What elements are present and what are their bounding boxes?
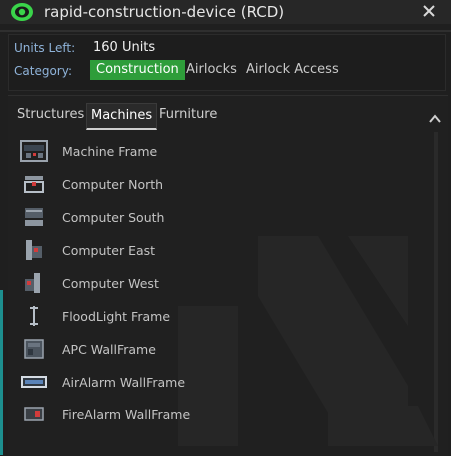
category-construction[interactable]: Construction — [90, 60, 185, 80]
chevron-up-icon[interactable] — [428, 112, 442, 126]
items-panel: Structures Machines Furniture Machine Fr… — [8, 95, 448, 456]
list-item-computer-north[interactable]: Computer North — [20, 172, 320, 196]
divider — [0, 30, 451, 32]
item-label: AirAlarm WallFrame — [62, 374, 186, 390]
item-label: Computer West — [62, 275, 159, 291]
item-label: APC WallFrame — [62, 341, 156, 357]
tab-machines[interactable]: Machines — [86, 103, 158, 130]
airalarm-wallframe-icon — [21, 376, 47, 388]
item-label: FireAlarm WallFrame — [62, 406, 191, 422]
info-panel: Units Left: 160 Units Category: Construc… — [8, 34, 446, 91]
list-item-airalarm-wallframe[interactable]: AirAlarm WallFrame — [20, 370, 320, 394]
computer-east-icon — [26, 240, 42, 260]
list-item-computer-west[interactable]: Computer West — [20, 271, 320, 295]
list-item-firealarm-wallframe[interactable]: FireAlarm WallFrame — [20, 402, 320, 426]
item-label: Machine Frame — [62, 143, 158, 159]
computer-west-icon — [25, 273, 40, 293]
floodlight-frame-icon — [30, 306, 38, 326]
category-airlocks[interactable]: Airlocks — [180, 60, 243, 80]
tab-structures[interactable]: Structures — [13, 103, 88, 127]
apc-wallframe-icon — [24, 339, 44, 359]
category-label: Category: — [14, 64, 72, 78]
machine-frame-icon — [20, 140, 48, 162]
units-left-value: 160 Units — [93, 40, 156, 55]
item-label: FloodLight Frame — [62, 308, 171, 324]
item-label: Computer North — [62, 176, 164, 192]
computer-north-icon — [24, 176, 44, 193]
background-edge — [0, 290, 3, 455]
computer-south-icon — [25, 208, 43, 226]
list-item-computer-south[interactable]: Computer South — [20, 205, 320, 229]
firealarm-wallframe-icon — [24, 407, 44, 421]
list-item-computer-east[interactable]: Computer East — [20, 238, 320, 262]
list-item-machine-frame[interactable]: Machine Frame — [20, 139, 320, 163]
tab-furniture[interactable]: Furniture — [155, 103, 221, 127]
list-item-apc-wallframe[interactable]: APC WallFrame — [20, 337, 320, 361]
units-left-label: Units Left: — [14, 41, 76, 55]
list-item-floodlight-frame[interactable]: FloodLight Frame — [20, 304, 320, 328]
close-icon[interactable] — [419, 1, 439, 21]
eye-icon — [11, 3, 33, 21]
item-label: Computer East — [62, 242, 156, 258]
category-airlock-access[interactable]: Airlock Access — [240, 60, 345, 80]
title-bar[interactable]: rapid-construction-device (RCD) — [0, 0, 451, 24]
item-label: Computer South — [62, 209, 165, 225]
window-title: rapid-construction-device (RCD) — [44, 3, 285, 21]
